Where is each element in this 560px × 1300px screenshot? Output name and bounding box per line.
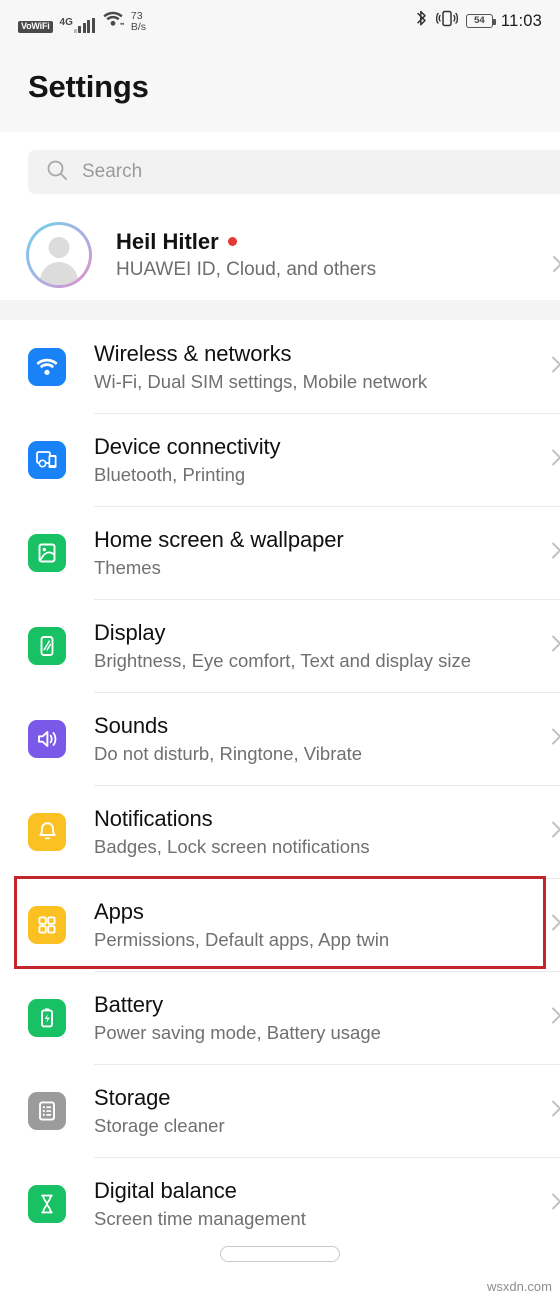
chevron-right-icon [551, 726, 560, 751]
row-subtitle: Badges, Lock screen notifications [94, 835, 370, 857]
row-text: Apps Permissions, Default apps, App twin [94, 899, 389, 951]
chevron-right-icon [551, 1005, 560, 1030]
row-subtitle: Permissions, Default apps, App twin [94, 928, 390, 950]
row-title: Wireless & networks [94, 340, 292, 366]
network-speed-indicator: 73 B/s [131, 11, 146, 33]
row-title: Display [94, 619, 166, 645]
row-subtitle: Storage cleaner [94, 1114, 225, 1136]
search-placeholder: Search [82, 161, 143, 182]
chevron-right-icon [551, 1098, 560, 1123]
sidebar-item-wireless-and-networks[interactable]: Wireless & networks Wi-Fi, Dual SIM sett… [0, 320, 560, 413]
account-name-wrap: Heil Hitler [116, 229, 376, 255]
row-title: Home screen & wallpaper [94, 526, 344, 552]
battery-level-label: 54 [474, 15, 485, 27]
sidebar-item-home-screen-and-wallpaper[interactable]: Home screen & wallpaper Themes [0, 506, 560, 599]
battery-icon: 54 [465, 14, 496, 28]
page-title: Settings [28, 69, 149, 104]
sidebar-item-apps[interactable]: Apps Permissions, Default apps, App twin [0, 878, 560, 971]
battery-charging-icon [28, 998, 66, 1037]
row-title: Device connectivity [94, 433, 281, 459]
home-indicator[interactable] [220, 1246, 340, 1262]
sidebar-item-sounds[interactable]: Sounds Do not disturb, Ringtone, Vibrate [0, 692, 560, 785]
row-title: Battery [94, 991, 163, 1017]
row-text: Digital balance Screen time management [94, 1178, 306, 1230]
row-text: Storage Storage cleaner [94, 1085, 225, 1137]
network-speed-unit: B/s [130, 21, 147, 34]
search-icon [46, 159, 68, 186]
account-name: Heil Hitler [116, 229, 219, 254]
search-section: Search [0, 132, 560, 210]
watermark: wsxdn.com [486, 1279, 552, 1294]
row-title: Apps [94, 898, 144, 924]
sidebar-item-device-connectivity[interactable]: Device connectivity Bluetooth, Printing [0, 413, 560, 506]
row-subtitle: Screen time management [94, 1207, 306, 1229]
row-subtitle: Bluetooth, Printing [94, 463, 246, 485]
bell-icon [28, 812, 66, 851]
clock-label: 11:03 [500, 11, 542, 30]
image-wallpaper-icon [28, 533, 66, 572]
chevron-right-icon [551, 1191, 560, 1216]
row-subtitle: Do not disturb, Ringtone, Vibrate [94, 742, 363, 764]
speaker-icon [28, 719, 66, 758]
row-text: Notifications Badges, Lock screen notifi… [94, 806, 370, 858]
sidebar-item-notifications[interactable]: Notifications Badges, Lock screen notifi… [0, 785, 560, 878]
row-text: Battery Power saving mode, Battery usage [94, 992, 381, 1044]
status-bar-left: VoWiFi 4G 73 B/s [18, 10, 146, 33]
row-subtitle: Power saving mode, Battery usage [94, 1021, 381, 1043]
row-subtitle: Brightness, Eye comfort, Text and displa… [94, 649, 472, 671]
row-text: Sounds Do not disturb, Ringtone, Vibrate [94, 713, 362, 765]
account-subtitle: HUAWEI ID, Cloud, and others [116, 259, 377, 280]
chevron-right-icon [552, 254, 560, 279]
page-header: Settings [0, 42, 560, 132]
chevron-right-icon [551, 540, 560, 565]
row-subtitle: Wi-Fi, Dual SIM settings, Mobile network [94, 370, 428, 392]
settings-screen: VoWiFi 4G 73 B/s 54 11:03 Settings Searc… [0, 0, 560, 1300]
sidebar-item-display[interactable]: Display Brightness, Eye comfort, Text an… [0, 599, 560, 692]
sidebar-item-battery[interactable]: Battery Power saving mode, Battery usage [0, 971, 560, 1064]
status-bar: VoWiFi 4G 73 B/s 54 11:03 [0, 0, 560, 42]
wifi-icon [102, 10, 125, 32]
section-divider [0, 300, 560, 320]
chevron-right-icon [551, 447, 560, 472]
device-connectivity-icon [28, 440, 66, 479]
cellular-signal-icon: 4G [59, 16, 95, 33]
network-generation-label: 4G [59, 16, 73, 28]
account-text: Heil Hitler HUAWEI ID, Cloud, and others [116, 229, 376, 281]
chevron-right-icon [551, 633, 560, 658]
signal-bars-icon [73, 17, 95, 33]
avatar [26, 222, 92, 288]
settings-list: Wireless & networks Wi-Fi, Dual SIM sett… [0, 320, 560, 1250]
row-title: Storage [94, 1084, 171, 1110]
row-subtitle: Themes [94, 556, 161, 578]
row-text: Device connectivity Bluetooth, Printing [94, 433, 281, 486]
row-title: Sounds [94, 712, 169, 738]
vowifi-icon: VoWiFi [18, 20, 53, 33]
search-input[interactable]: Search [28, 150, 560, 194]
status-bar-right: 54 11:03 [415, 9, 542, 33]
hourglass-icon [28, 1184, 66, 1223]
bluetooth-icon [415, 9, 428, 33]
row-title: Notifications [94, 805, 213, 831]
person-avatar-icon [29, 225, 89, 285]
row-text: Wireless & networks Wi-Fi, Dual SIM sett… [94, 341, 427, 393]
account-row[interactable]: Heil Hitler HUAWEI ID, Cloud, and others [0, 210, 560, 300]
row-text: Display Brightness, Eye comfort, Text an… [94, 620, 471, 672]
chevron-right-icon [551, 354, 560, 379]
sidebar-item-storage[interactable]: Storage Storage cleaner [0, 1064, 560, 1157]
storage-list-icon [28, 1091, 66, 1130]
chevron-right-icon [551, 819, 560, 844]
sidebar-item-digital-balance[interactable]: Digital balance Screen time management [0, 1157, 560, 1250]
row-title: Digital balance [94, 1177, 237, 1203]
row-text: Home screen & wallpaper Themes [94, 527, 344, 579]
wifi-icon [28, 347, 66, 386]
vibrate-icon [435, 9, 458, 33]
display-phone-icon [28, 626, 66, 665]
grid-apps-icon [28, 905, 66, 944]
notification-dot-badge [228, 236, 238, 246]
chevron-right-icon [551, 912, 560, 937]
